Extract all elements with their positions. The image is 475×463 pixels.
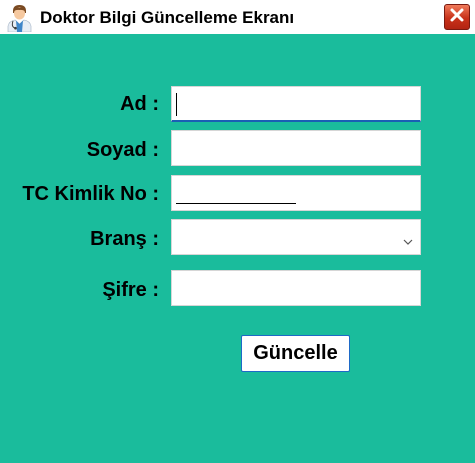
tc-kimlik-label: TC Kimlik No : — [22, 183, 159, 205]
window-title: Doktor Bilgi Güncelleme Ekranı — [40, 8, 295, 27]
update-button[interactable]: Güncelle — [241, 335, 350, 372]
sifre-input[interactable] — [171, 270, 421, 306]
text-caret — [176, 93, 177, 116]
close-button[interactable] — [444, 4, 470, 30]
input-mask-placeholder — [176, 203, 296, 204]
brans-dropdown[interactable] — [171, 219, 421, 255]
ad-label: Ad : — [120, 93, 159, 115]
sifre-label: Şifre : — [102, 279, 159, 301]
soyad-label: Soyad : — [86, 139, 159, 161]
soyad-input[interactable] — [171, 130, 421, 166]
brans-label: Branş : — [90, 228, 159, 250]
close-icon — [449, 7, 465, 28]
title-bar: Doktor Bilgi Güncelleme Ekranı — [0, 0, 475, 34]
doctor-update-window: Doktor Bilgi Güncelleme Ekranı Ad : Soya… — [0, 0, 475, 463]
doctor-icon — [6, 3, 33, 33]
chevron-down-icon[interactable] — [403, 233, 413, 251]
tc-kimlik-masked-input[interactable] — [171, 175, 421, 211]
ad-input[interactable] — [171, 86, 421, 122]
